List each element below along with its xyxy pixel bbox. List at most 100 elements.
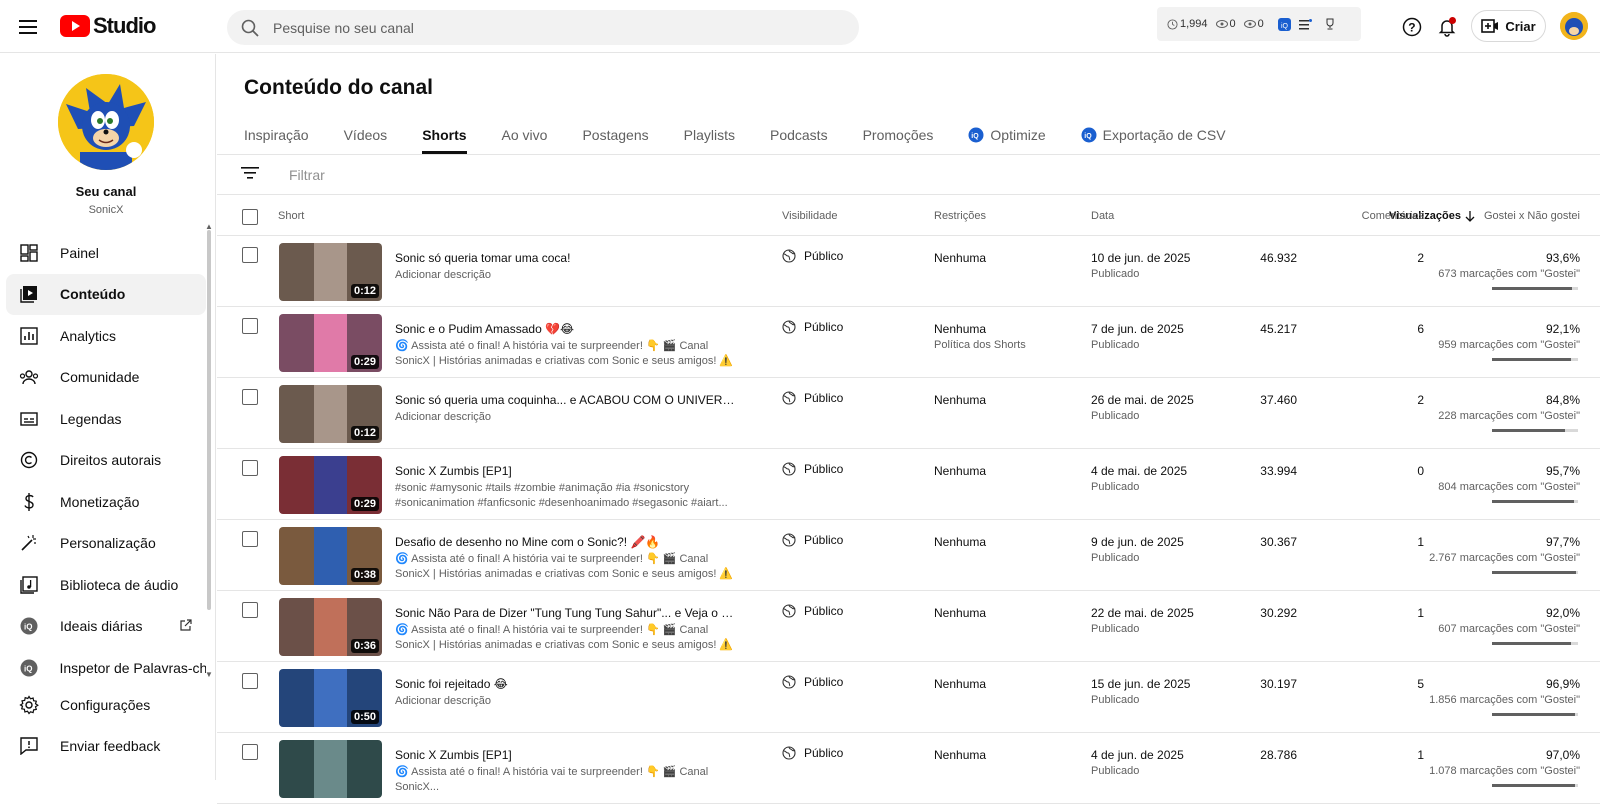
search-input[interactable] (273, 19, 773, 36)
video-description[interactable]: Adicionar descrição (395, 410, 740, 425)
video-description[interactable]: #sonic #amysonic #tails #zombie #animaçã… (395, 481, 740, 511)
video-thumbnail[interactable]: 0:38 (279, 527, 382, 585)
video-thumbnail[interactable]: 0:12 (279, 385, 382, 443)
tab-ao-vivo[interactable]: Ao vivo (502, 127, 548, 153)
notifications-icon[interactable] (1434, 14, 1460, 40)
video-title[interactable]: Sonic só queria tomar uma coca! (395, 251, 735, 265)
tab-promocoes[interactable]: Promoções (863, 127, 934, 153)
video-thumbnail[interactable]: 0:12 (279, 243, 382, 301)
row-checkbox[interactable] (242, 531, 258, 547)
sidebar-item-inspetor-palavras[interactable]: iQ Inspetor de Palavras-chav (6, 647, 206, 689)
tab-videos[interactable]: Vídeos (344, 127, 388, 153)
col-restrictions[interactable]: Restrições (934, 210, 986, 222)
col-visibility[interactable]: Visibilidade (782, 210, 837, 222)
video-thumbnail[interactable]: 0:50 (279, 669, 382, 727)
menu-icon[interactable] (14, 13, 42, 41)
tab-postagens[interactable]: Postagens (582, 127, 648, 153)
visibility-cell[interactable]: Público (782, 675, 843, 689)
sidebar-scrollbar[interactable] (207, 230, 211, 610)
visibility-cell[interactable]: Público (782, 533, 843, 547)
visibility-cell[interactable]: Público (782, 604, 843, 618)
comments-count: 2 (1417, 393, 1424, 407)
filter-icon[interactable] (241, 166, 259, 180)
sidebar-item-personalizacao[interactable]: Personalização (6, 523, 206, 565)
sidebar-item-legendas[interactable]: Legendas (6, 398, 206, 440)
video-description[interactable]: Adicionar descrição (395, 268, 740, 283)
col-comments[interactable]: Comentários (1362, 210, 1424, 222)
sidebar-item-comunidade[interactable]: Comunidade (6, 357, 206, 399)
video-description[interactable]: Adicionar descrição (395, 694, 740, 709)
tab-label: Ao vivo (501, 127, 548, 143)
col-likes[interactable]: Gostei x Não gostei (1484, 210, 1580, 222)
video-description[interactable]: 🌀 Assista até o final! A história vai te… (395, 339, 740, 369)
account-avatar[interactable] (1560, 12, 1588, 40)
video-thumbnail[interactable]: 0:36 (279, 598, 382, 656)
search-bar[interactable] (227, 10, 859, 45)
list-icon[interactable] (1298, 18, 1312, 30)
video-title[interactable]: Sonic foi rejeitado 😂 (395, 677, 735, 691)
video-thumbnail[interactable]: 0:29 (279, 314, 382, 372)
visibility-cell[interactable]: Público (782, 391, 843, 405)
col-date[interactable]: Data (1091, 210, 1114, 222)
video-thumbnail[interactable] (279, 740, 382, 798)
row-checkbox[interactable] (242, 744, 258, 760)
visibility-cell[interactable]: Público (782, 320, 843, 334)
visibility-label: Público (804, 604, 844, 618)
row-checkbox[interactable] (242, 318, 258, 334)
video-title[interactable]: Sonic X Zumbis [EP1] (395, 464, 735, 478)
table-row[interactable]: 0:12 Sonic só queria tomar uma coca! Adici… (217, 236, 1600, 307)
row-checkbox[interactable] (242, 673, 258, 689)
select-all-checkbox[interactable] (242, 209, 258, 225)
vidiq-icon[interactable]: iQ (1277, 17, 1291, 31)
sidebar-item-ideais-diarias[interactable]: iQ Ideais diárias (6, 606, 206, 648)
sidebar-item-analytics[interactable]: Analytics (6, 315, 206, 357)
table-row[interactable]: 0:29 Sonic X Zumbis [EP1] #sonic #amysonic… (217, 449, 1600, 520)
tab-shorts[interactable]: Shorts (422, 127, 467, 154)
table-row[interactable]: 0:36 Sonic Não Para de Dizer "Tung Tung T… (217, 591, 1600, 662)
row-checkbox[interactable] (242, 602, 258, 618)
scroll-down-icon[interactable]: ▼ (205, 670, 213, 679)
video-thumbnail[interactable]: 0:29 (279, 456, 382, 514)
tab-exportacao-csv[interactable]: iQ Exportação de CSV (1081, 127, 1226, 153)
like-ratio-fill (1492, 500, 1575, 503)
sidebar-item-conteudo[interactable]: Conteúdo (6, 273, 206, 315)
tab-optimize[interactable]: iQ Optimize (968, 127, 1046, 153)
video-title[interactable]: Sonic Não Para de Dizer "Tung Tung Tung … (395, 606, 735, 620)
visibility-cell[interactable]: Público (782, 746, 843, 760)
sidebar-item-configuracoes[interactable]: Configurações (6, 684, 206, 726)
trophy-icon[interactable] (1324, 18, 1336, 30)
row-checkbox[interactable] (242, 389, 258, 405)
table-row[interactable]: 0:50 Sonic foi rejeitado 😂 Adicionar descr… (217, 662, 1600, 733)
sidebar-item-enviar-feedback[interactable]: Enviar feedback (6, 726, 206, 768)
thumbnail-image (314, 598, 347, 656)
help-icon[interactable]: ? (1399, 14, 1425, 40)
table-row[interactable]: 0:12 Sonic só queria uma coquinha... e AC… (217, 378, 1600, 449)
video-title[interactable]: Sonic X Zumbis [EP1] (395, 748, 735, 762)
sidebar-item-monetizacao[interactable]: Monetização (6, 481, 206, 523)
channel-avatar[interactable] (58, 74, 154, 170)
table-row[interactable]: 0:38 Desafio de desenho no Mine com o Son… (217, 520, 1600, 591)
col-short[interactable]: Short (278, 210, 304, 222)
tab-podcasts[interactable]: Podcasts (770, 127, 828, 153)
create-button[interactable]: Criar (1471, 10, 1546, 42)
video-title[interactable]: Desafio de desenho no Mine com o Sonic?!… (395, 535, 735, 549)
table-row[interactable]: Sonic X Zumbis [EP1] 🌀 Assista até o fina… (217, 733, 1600, 804)
row-checkbox[interactable] (242, 460, 258, 476)
video-title[interactable]: Sonic só queria uma coquinha... e ACABOU… (395, 393, 735, 407)
studio-logo[interactable]: Studio (60, 13, 156, 39)
visibility-cell[interactable]: Público (782, 462, 843, 476)
tab-playlists[interactable]: Playlists (684, 127, 735, 153)
video-title[interactable]: Sonic e o Pudim Amassado 💔😂 (395, 322, 735, 336)
video-description[interactable]: 🌀 Assista até o final! A história vai te… (395, 623, 740, 653)
row-checkbox[interactable] (242, 247, 258, 263)
tab-inspiracao[interactable]: Inspiração (244, 127, 309, 153)
sidebar-item-painel[interactable]: Painel (6, 232, 206, 274)
video-description[interactable]: 🌀 Assista até o final! A história vai te… (395, 765, 740, 795)
sidebar-item-biblioteca-audio[interactable]: Biblioteca de áudio (6, 564, 206, 606)
filter-input[interactable] (289, 167, 689, 183)
vidiq-stats-box[interactable]: 1,994 0 0 iQ (1157, 7, 1361, 41)
video-description[interactable]: 🌀 Assista até o final! A história vai te… (395, 552, 740, 582)
sidebar-item-direitos-autorais[interactable]: Direitos autorais (6, 440, 206, 482)
table-row[interactable]: 0:29 Sonic e o Pudim Amassado 💔😂 🌀 Assista… (217, 307, 1600, 378)
visibility-cell[interactable]: Público (782, 249, 843, 263)
